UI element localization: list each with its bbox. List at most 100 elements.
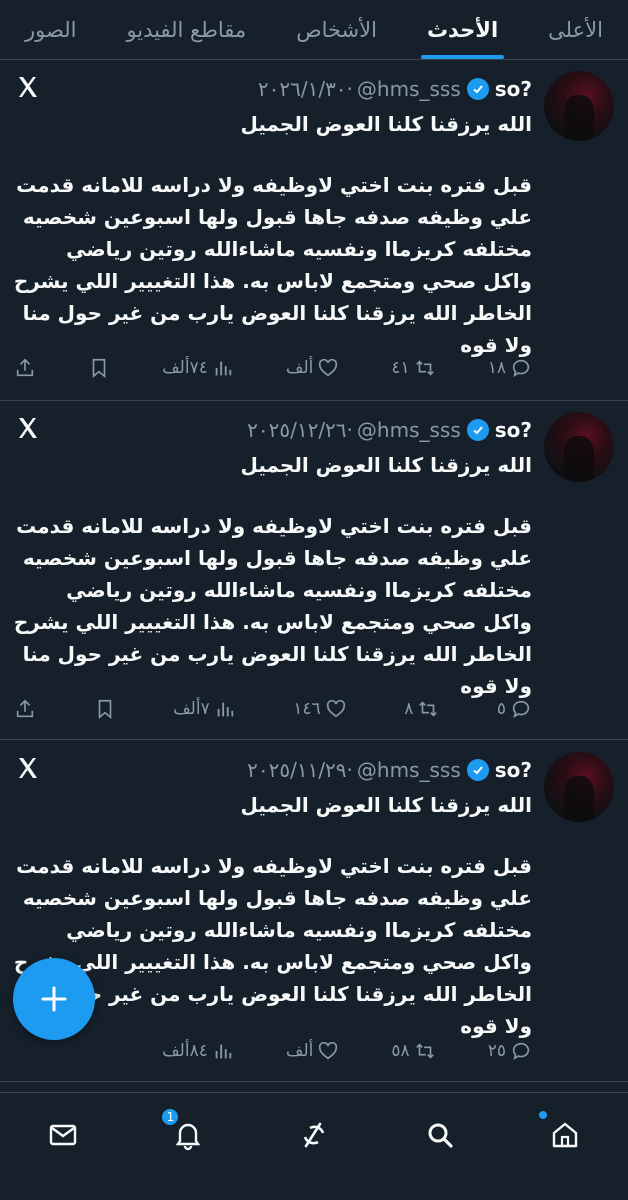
- tab-label: الصور: [25, 17, 77, 42]
- repost-button[interactable]: ٤١: [391, 357, 435, 379]
- verified-badge-icon: [466, 78, 489, 100]
- like-button[interactable]: ألف: [286, 1040, 340, 1062]
- tab-latest[interactable]: الأحدث: [420, 0, 505, 59]
- like-count: ١٤٦: [293, 699, 321, 719]
- views-button[interactable]: ٨٤ألف: [162, 1040, 234, 1062]
- search-icon: [428, 1123, 453, 1148]
- repost-icon: [415, 360, 434, 376]
- reply-button[interactable]: ١٨: [488, 357, 532, 379]
- heart-icon: [326, 699, 345, 718]
- tweet-header: ٢٠٢٦/١/٣٠· @hms_sss so?: [258, 75, 532, 103]
- bottom-nav: 1: [0, 1092, 628, 1200]
- nav-notifications[interactable]: 1: [160, 1107, 208, 1155]
- nav-home[interactable]: [539, 1111, 585, 1155]
- tab-label: الأعلى: [548, 17, 603, 42]
- tweet-actions: ٢٥ ٥٨ ألف ٨٤ألف: [0, 1034, 628, 1068]
- tweet-actions: ٥ ٨ ١٤٦ ٧ألف: [0, 692, 628, 726]
- nav-search[interactable]: [420, 1115, 460, 1155]
- bookmark-icon: [98, 699, 111, 720]
- user-handle[interactable]: @hms_sss: [357, 758, 461, 782]
- tweet[interactable]: ٢٠٢٦/١/٣٠· @hms_sss so? الله يرزقنا كلنا…: [0, 61, 628, 401]
- views-icon: [215, 361, 232, 376]
- share-button[interactable]: [14, 357, 36, 379]
- nav-messages[interactable]: [43, 1115, 83, 1155]
- tab-videos[interactable]: مقاطع الفيديو: [120, 0, 252, 59]
- like-button[interactable]: ألف: [286, 357, 340, 379]
- like-button[interactable]: ١٤٦: [293, 698, 346, 720]
- views-icon: [215, 1044, 232, 1059]
- search-tabs: الأعلى الأحدث الأشخاص مقاطع الفيديو الصو…: [0, 0, 628, 60]
- heart-icon: [319, 358, 338, 377]
- verified-badge-icon: [466, 419, 489, 441]
- nav-grok[interactable]: [294, 1115, 334, 1155]
- like-count: ألف: [285, 1041, 314, 1061]
- grok-icon: [303, 1122, 325, 1148]
- plus-icon: [41, 986, 67, 1012]
- reply-icon: [512, 700, 530, 719]
- share-icon: [16, 358, 34, 377]
- repost-button[interactable]: ٨: [404, 698, 439, 720]
- avatar[interactable]: [544, 752, 614, 822]
- repost-count: ٤١: [391, 358, 410, 378]
- mail-icon: [49, 1124, 76, 1146]
- x-logo-icon: [16, 756, 40, 780]
- tab-label: الأحدث: [426, 17, 499, 42]
- user-handle[interactable]: @hms_sss: [357, 77, 461, 101]
- views-count: ٧٤ألف: [162, 358, 208, 378]
- x-logo-icon: [16, 75, 40, 99]
- tab-label: الأشخاص: [296, 17, 377, 42]
- home-icon: [552, 1122, 578, 1148]
- reply-count: ٥: [496, 699, 506, 719]
- views-count: ٧ألف: [173, 699, 210, 719]
- tweet-title: الله يرزقنا كلنا العوض الجميل: [240, 793, 532, 817]
- compose-button[interactable]: [13, 958, 95, 1040]
- views-button[interactable]: ٧ألف: [173, 698, 236, 720]
- display-name[interactable]: so?: [495, 418, 532, 442]
- tweet-date[interactable]: ٢٠٢٥/١٢/٢٦·: [247, 418, 353, 442]
- repost-icon: [419, 701, 438, 717]
- reply-icon: [512, 1042, 530, 1061]
- tweet-title: الله يرزقنا كلنا العوض الجميل: [240, 453, 532, 477]
- heart-icon: [319, 1041, 338, 1060]
- reply-button[interactable]: ٢٥: [488, 1040, 532, 1062]
- repost-count: ٨: [404, 699, 414, 719]
- reply-icon: [512, 359, 530, 378]
- tweet[interactable]: ٢٠٢٥/١١/٢٩· @hms_sss so? الله يرزقنا كلن…: [0, 742, 628, 1082]
- user-handle[interactable]: @hms_sss: [357, 418, 461, 442]
- views-count: ٨٤ألف: [162, 1041, 208, 1061]
- x-logo-icon: [16, 416, 40, 440]
- tweet-date[interactable]: ٢٠٢٥/١١/٢٩·: [247, 758, 353, 782]
- tweet-title: الله يرزقنا كلنا العوض الجميل: [240, 112, 532, 136]
- tab-photos[interactable]: الصور: [19, 0, 82, 59]
- reply-count: ١٨: [487, 358, 506, 378]
- tweet-date[interactable]: ٢٠٢٦/١/٣٠·: [258, 77, 353, 101]
- tab-people[interactable]: الأشخاص: [290, 0, 383, 59]
- active-tab-indicator: [420, 55, 505, 59]
- tweet-header: ٢٠٢٥/١٢/٢٦· @hms_sss so?: [247, 416, 532, 444]
- bookmark-icon: [92, 358, 106, 379]
- repost-count: ٥٨: [391, 1041, 410, 1061]
- views-icon: [217, 702, 233, 717]
- avatar[interactable]: [544, 412, 614, 482]
- reply-count: ٢٥: [487, 1041, 506, 1061]
- new-posts-dot: [539, 1111, 548, 1119]
- views-button[interactable]: ٧٤ألف: [162, 357, 234, 379]
- display-name[interactable]: so?: [495, 758, 532, 782]
- tab-top[interactable]: الأعلى: [542, 0, 609, 59]
- repost-button[interactable]: ٥٨: [391, 1040, 435, 1062]
- bookmark-button[interactable]: [94, 698, 116, 720]
- bookmark-button[interactable]: [88, 357, 110, 379]
- tab-label: مقاطع الفيديو: [126, 17, 247, 42]
- share-button[interactable]: [14, 698, 36, 720]
- reply-button[interactable]: ٥: [497, 698, 532, 720]
- tweet-actions: ١٨ ٤١ ألف ٧٤ألف: [0, 351, 628, 385]
- tweet-header: ٢٠٢٥/١١/٢٩· @hms_sss so?: [247, 756, 532, 784]
- tweet-text: قبل فتره بنت اختي لاوظيفه ولا دراسه للام…: [13, 514, 532, 698]
- repost-icon: [415, 1043, 434, 1059]
- avatar[interactable]: [544, 71, 614, 141]
- tweet[interactable]: ٢٠٢٥/١٢/٢٦· @hms_sss so? الله يرزقنا كلن…: [0, 402, 628, 740]
- share-icon: [16, 699, 34, 718]
- display-name[interactable]: so?: [495, 77, 532, 101]
- tweet-text: قبل فتره بنت اختي لاوظيفه ولا دراسه للام…: [13, 173, 532, 357]
- like-count: ألف: [285, 358, 314, 378]
